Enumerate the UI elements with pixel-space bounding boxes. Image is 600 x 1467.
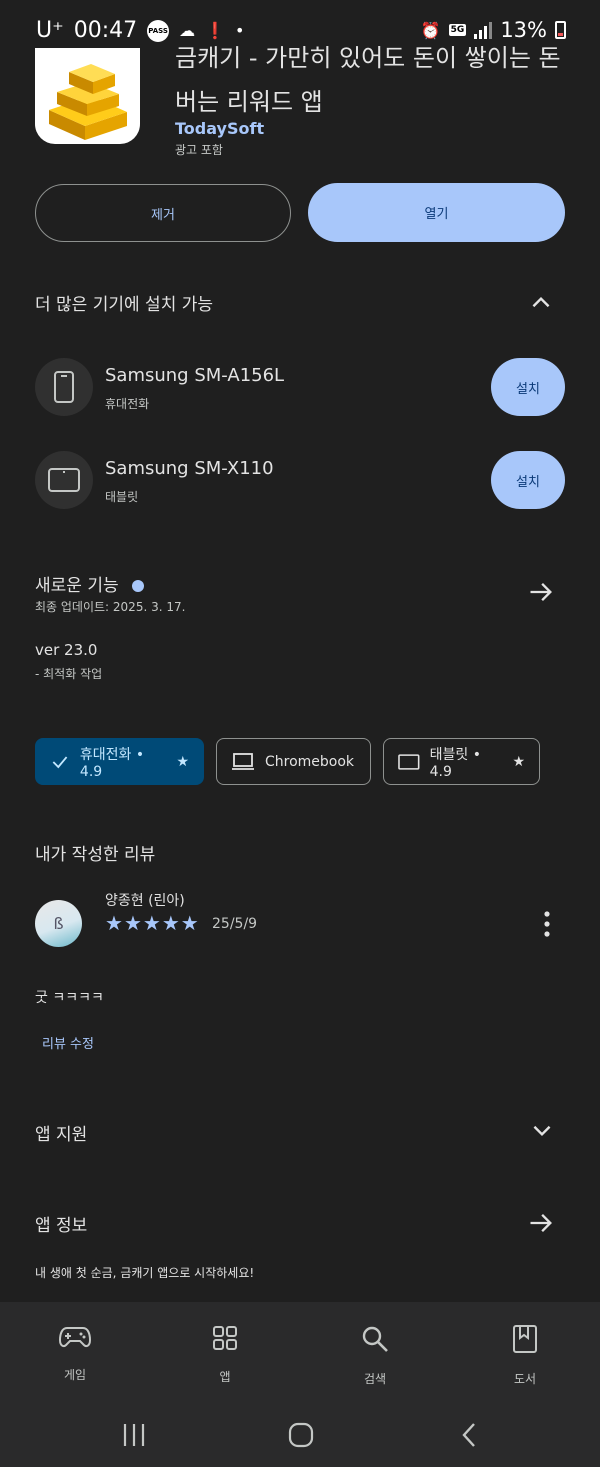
nav-search[interactable]: 검색 (335, 1324, 415, 1387)
star-icon: ★ (123, 911, 142, 935)
edit-review-link[interactable]: 리뷰 수정 (42, 1033, 94, 1052)
nav-label: 앱 (219, 1370, 231, 1384)
open-button[interactable]: 열기 (308, 183, 565, 242)
pass-badge-icon: PASS (147, 19, 170, 42)
tablet-icon (35, 451, 93, 509)
tablet-icon (398, 753, 420, 770)
app-description: 내 생애 첫 순금, 금캐기 앱으로 시작하세요! (35, 1266, 255, 1280)
device-name: Samsung SM-X110 (105, 458, 274, 479)
developer-link[interactable]: TodaySoft (175, 119, 264, 138)
install-button[interactable]: 설치 (491, 451, 565, 509)
rating-stars: ★ ★ ★ ★ ★ (105, 911, 199, 935)
whats-new-title[interactable]: 새로운 기능 (35, 571, 145, 596)
chip-label: Chromebook (265, 753, 355, 770)
recent-apps-icon[interactable] (121, 1422, 147, 1452)
star-icon: ★ (105, 911, 123, 935)
chip-tablet[interactable]: 태블릿 • 4.9 ★ (383, 738, 540, 785)
reviewer-name: 양종현 (린아) (105, 893, 185, 909)
app-support-title[interactable]: 앱 지원 (35, 1120, 87, 1145)
release-note: - 최적화 작업 (35, 667, 103, 681)
chip-chromebook[interactable]: Chromebook (216, 738, 371, 785)
bottom-navigation: 게임 앱 검색 도서 (0, 1302, 600, 1467)
star-icon: ★ (176, 753, 189, 770)
book-icon (513, 1325, 537, 1353)
version-text: ver 23.0 (35, 641, 98, 659)
nav-apps[interactable]: 앱 (185, 1324, 265, 1385)
avatar-monogram-icon: ß (53, 914, 64, 933)
star-icon: ★ (142, 911, 161, 935)
review-date: 25/5/9 (212, 916, 258, 932)
last-updated: 최종 업데이트: 2025. 3. 17. (35, 600, 186, 614)
chevron-down-icon[interactable] (529, 1117, 555, 1147)
chevron-up-icon[interactable] (528, 290, 554, 320)
back-icon[interactable] (460, 1422, 480, 1452)
clock: 00:47 (73, 18, 138, 43)
contains-ads-label: 광고 포함 (175, 143, 223, 157)
arrow-right-icon[interactable] (527, 1209, 555, 1241)
nav-label: 검색 (363, 1372, 387, 1386)
app-info-title[interactable]: 앱 정보 (35, 1211, 87, 1236)
chip-label: 휴대전화 • 4.9 (79, 746, 145, 780)
home-icon[interactable] (288, 1422, 314, 1452)
carrier-label: U⁺ (36, 18, 64, 43)
device-name: Samsung SM-A156L (105, 365, 285, 386)
star-icon: ★ (512, 753, 525, 770)
more-vert-icon[interactable] (537, 910, 557, 938)
more-devices-title: 더 많은 기기에 설치 가능 (35, 295, 214, 315)
apps-grid-icon (213, 1326, 237, 1350)
chip-phone[interactable]: 휴대전화 • 4.9 ★ (35, 738, 204, 785)
network-type-icon: 5G (448, 24, 467, 36)
nav-label: 게임 (63, 1368, 87, 1382)
new-indicator-dot (132, 580, 145, 592)
search-icon (362, 1326, 388, 1352)
chip-label: 태블릿 • 4.9 (429, 746, 481, 780)
remove-button[interactable]: 제거 (35, 184, 291, 242)
laptop-icon (232, 752, 254, 770)
gamepad-icon (58, 1327, 92, 1348)
whats-new-label: 새로운 기능 (35, 576, 119, 596)
nav-label: 도서 (513, 1372, 537, 1386)
app-icon (35, 48, 140, 144)
arrow-right-icon[interactable] (527, 578, 555, 610)
nav-books[interactable]: 도서 (485, 1324, 565, 1387)
install-button[interactable]: 설치 (491, 358, 565, 416)
my-review-title: 내가 작성한 리뷰 (35, 845, 156, 865)
app-title: 금캐기 - 가만히 있어도 돈이 쌓이는 돈버는 리워드 앱 (175, 44, 561, 116)
review-text: 굿 ㅋㅋㅋㅋ (35, 990, 104, 1006)
nav-games[interactable]: 게임 (35, 1324, 115, 1383)
avatar[interactable]: ß (35, 900, 82, 947)
phone-icon (35, 358, 93, 416)
star-icon: ★ (180, 911, 199, 935)
check-icon (52, 755, 68, 768)
star-icon: ★ (161, 911, 180, 935)
device-type: 휴대전화 (105, 397, 150, 411)
device-type: 태블릿 (105, 490, 139, 504)
system-navigation-bar (0, 1422, 600, 1462)
